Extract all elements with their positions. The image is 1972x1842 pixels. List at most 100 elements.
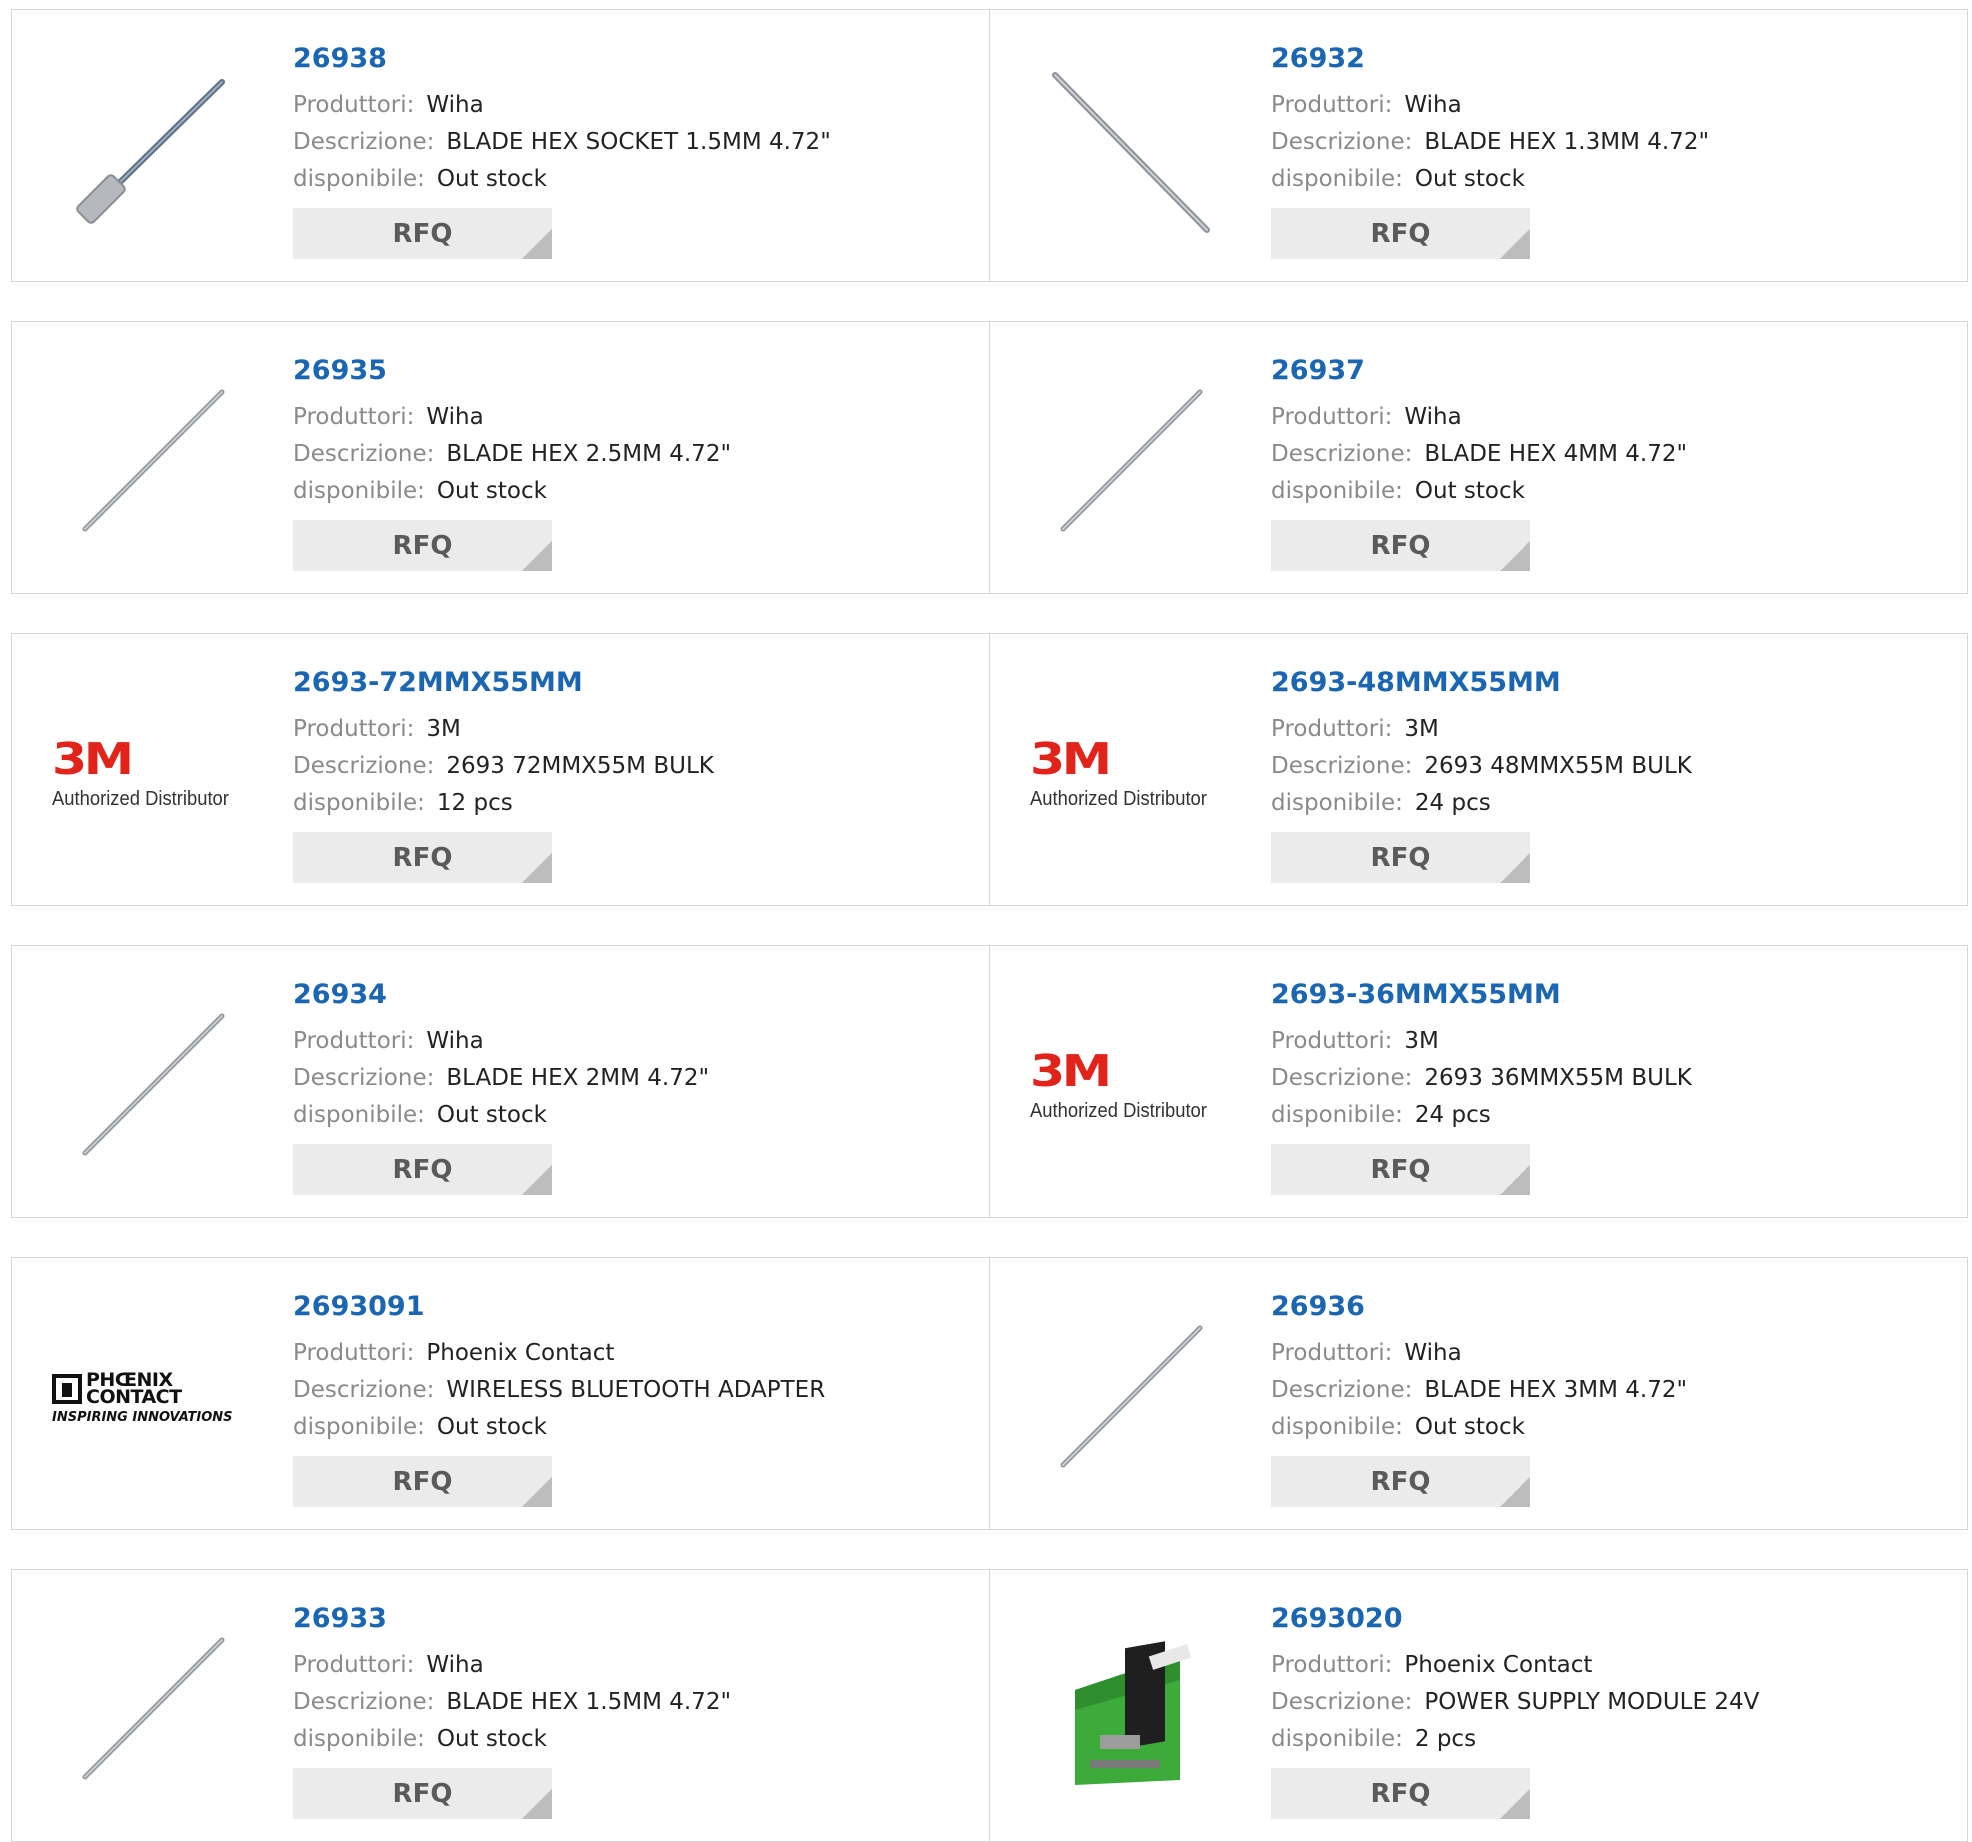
manufacturer-label: Produttori:: [1271, 92, 1393, 118]
product-thumbnail[interactable]: [52, 1610, 252, 1810]
rfq-button[interactable]: RFQ: [293, 1768, 552, 1819]
manufacturer-label: Produttori:: [1271, 404, 1393, 430]
rfq-button[interactable]: RFQ: [293, 1144, 552, 1195]
availability-label: disponibile:: [1271, 1726, 1403, 1752]
manufacturer-value: 3M: [426, 716, 461, 742]
manufacturer-value: Wiha: [1404, 92, 1462, 118]
availability-value: Out stock: [436, 1414, 547, 1440]
rfq-button-label: RFQ: [392, 1154, 453, 1185]
description-label: Descrizione:: [293, 753, 435, 779]
availability-value: Out stock: [1414, 1414, 1525, 1440]
description-value: 2693 36MMX55M BULK: [1424, 1065, 1692, 1091]
product-thumbnail[interactable]: [52, 986, 252, 1186]
product-card: 3M Authorized Distributor 2693-72MMX55MM Pr…: [11, 633, 990, 906]
part-number-link[interactable]: 2693-36MMX55MM: [1271, 976, 1561, 1014]
manufacturer-value: Phoenix Contact: [1404, 1652, 1593, 1678]
availability-value: Out stock: [436, 1102, 547, 1128]
product-card: 26934 Produttori: Wiha Descrizione: BLADE HE…: [11, 945, 990, 1218]
part-number-link[interactable]: 26938: [293, 40, 387, 78]
corner-triangle-icon: [522, 541, 552, 571]
availability-line: disponibile: Out stock: [1271, 473, 1951, 510]
hex-socket-blade-image: [52, 50, 252, 250]
rfq-button[interactable]: RFQ: [1271, 208, 1530, 259]
part-number-link[interactable]: 2693020: [1271, 1600, 1403, 1638]
availability-value: Out stock: [436, 478, 547, 504]
product-thumbnail[interactable]: [1030, 50, 1230, 250]
part-number-link[interactable]: 26932: [1271, 40, 1365, 78]
manufacturer-line: Produttori: Wiha: [293, 399, 973, 436]
description-label: Descrizione:: [293, 1689, 435, 1715]
description-line: Descrizione: 2693 48MMX55M BULK: [1271, 748, 1951, 785]
hex-blade-steep-image: [1030, 50, 1230, 250]
rfq-button[interactable]: RFQ: [1271, 1456, 1530, 1507]
part-number-link[interactable]: 2693091: [293, 1288, 425, 1326]
rfq-button[interactable]: RFQ: [1271, 520, 1530, 571]
part-number-link[interactable]: 2693-48MMX55MM: [1271, 664, 1561, 702]
product-thumbnail[interactable]: [52, 362, 252, 562]
product-thumbnail[interactable]: [1030, 362, 1230, 562]
availability-label: disponibile:: [293, 1102, 425, 1128]
manufacturer-label: Produttori:: [1271, 1028, 1393, 1054]
description-label: Descrizione:: [1271, 1065, 1413, 1091]
availability-line: disponibile: 24 pcs: [1271, 1097, 1951, 1134]
description-value: 2693 72MMX55M BULK: [446, 753, 714, 779]
rfq-button[interactable]: RFQ: [1271, 832, 1530, 883]
part-number-link[interactable]: 26937: [1271, 352, 1365, 390]
product-thumbnail[interactable]: [1030, 1298, 1230, 1498]
rfq-button-label: RFQ: [1370, 530, 1431, 561]
product-thumbnail[interactable]: [52, 50, 252, 250]
description-line: Descrizione: 2693 72MMX55M BULK: [293, 748, 973, 785]
corner-triangle-icon: [1500, 1477, 1530, 1507]
rfq-button-label: RFQ: [1370, 1154, 1431, 1185]
manufacturer-label: Produttori:: [293, 404, 415, 430]
description-value: BLADE HEX 2MM 4.72": [446, 1065, 710, 1091]
part-number-link[interactable]: 26934: [293, 976, 387, 1014]
product-thumbnail[interactable]: [1030, 1610, 1230, 1810]
part-number-link[interactable]: 26936: [1271, 1288, 1365, 1326]
manufacturer-line: Produttori: Wiha: [293, 87, 973, 124]
description-value: BLADE HEX SOCKET 1.5MM 4.72": [446, 129, 831, 155]
product-thumbnail[interactable]: PHŒNIX CONTACT INSPIRING INNOVATIONS: [52, 1298, 252, 1498]
availability-value: 2 pcs: [1414, 1726, 1477, 1752]
rfq-button[interactable]: RFQ: [293, 832, 552, 883]
rfq-button-label: RFQ: [1370, 1466, 1431, 1497]
product-card: 3M Authorized Distributor 2693-36MMX55MM Pr…: [989, 945, 1968, 1218]
part-number-link[interactable]: 26935: [293, 352, 387, 390]
part-number-link[interactable]: 26933: [293, 1600, 387, 1638]
corner-triangle-icon: [1500, 229, 1530, 259]
manufacturer-line: Produttori: 3M: [293, 711, 973, 748]
description-line: Descrizione: BLADE HEX 1.5MM 4.72": [293, 1684, 973, 1721]
product-thumbnail[interactable]: 3M Authorized Distributor: [1030, 674, 1230, 874]
description-label: Descrizione:: [1271, 129, 1413, 155]
availability-line: disponibile: Out stock: [293, 473, 973, 510]
product-thumbnail[interactable]: 3M Authorized Distributor: [1030, 986, 1230, 1186]
description-line: Descrizione: BLADE HEX SOCKET 1.5MM 4.72": [293, 124, 973, 161]
part-number-link[interactable]: 2693-72MMX55MM: [293, 664, 583, 702]
manufacturer-label: Produttori:: [293, 1652, 415, 1678]
3m-logo: 3M Authorized Distributor: [52, 737, 252, 811]
rfq-button[interactable]: RFQ: [1271, 1768, 1530, 1819]
product-thumbnail[interactable]: 3M Authorized Distributor: [52, 674, 252, 874]
rfq-button[interactable]: RFQ: [293, 208, 552, 259]
rfq-button[interactable]: RFQ: [293, 520, 552, 571]
description-line: Descrizione: BLADE HEX 1.3MM 4.72": [1271, 124, 1951, 161]
corner-triangle-icon: [522, 1789, 552, 1819]
manufacturer-label: Produttori:: [1271, 1652, 1393, 1678]
availability-label: disponibile:: [1271, 1414, 1403, 1440]
manufacturer-label: Produttori:: [293, 1028, 415, 1054]
product-card: 26936 Produttori: Wiha Descrizione: BLADE HE…: [989, 1257, 1968, 1530]
product-card: 26937 Produttori: Wiha Descrizione: BLADE HE…: [989, 321, 1968, 594]
3m-logo-mark: 3M: [1030, 1045, 1112, 1097]
rfq-button[interactable]: RFQ: [1271, 1144, 1530, 1195]
manufacturer-line: Produttori: Wiha: [293, 1647, 973, 1684]
description-label: Descrizione:: [293, 441, 435, 467]
hex-blade-image: [52, 362, 252, 562]
description-line: Descrizione: WIRELESS BLUETOOTH ADAPTER: [293, 1372, 973, 1409]
description-label: Descrizione:: [1271, 1377, 1413, 1403]
description-label: Descrizione:: [1271, 753, 1413, 779]
hex-blade-image: [52, 986, 252, 1186]
manufacturer-value: 3M: [1404, 716, 1439, 742]
rfq-button[interactable]: RFQ: [293, 1456, 552, 1507]
manufacturer-value: 3M: [1404, 1028, 1439, 1054]
availability-value: 12 pcs: [436, 790, 513, 816]
